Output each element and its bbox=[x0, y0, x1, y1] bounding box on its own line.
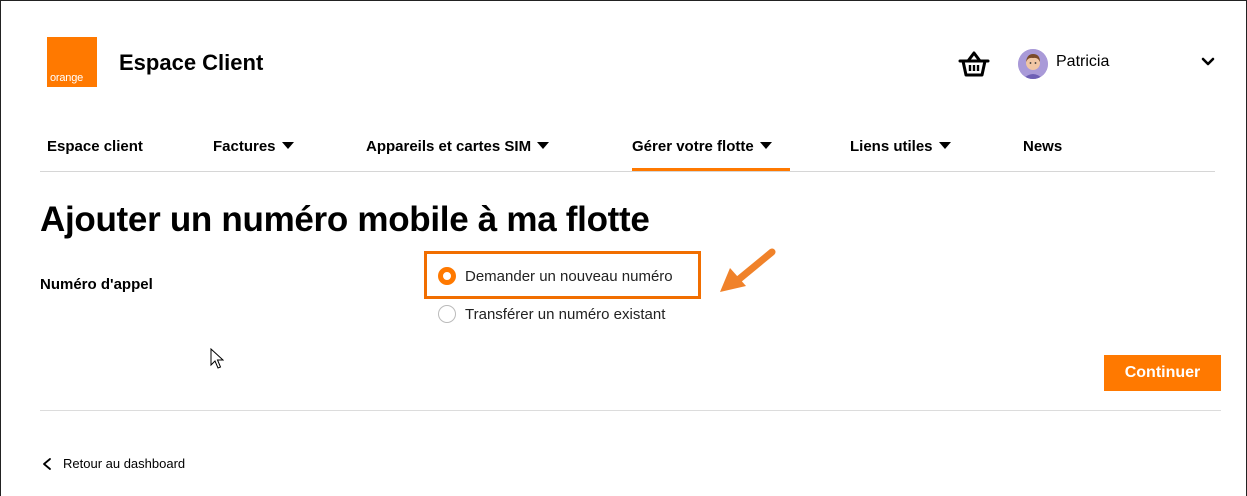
radio-option-new-number[interactable]: Demander un nouveau numéro bbox=[438, 267, 673, 285]
back-link-label: Retour au dashboard bbox=[63, 456, 186, 471]
radio-checked-icon[interactable] bbox=[438, 267, 456, 285]
radio-option-transfer-number[interactable]: Transférer un numéro existant bbox=[438, 305, 665, 323]
chevron-down-icon[interactable] bbox=[1200, 56, 1216, 68]
logo-text: orange bbox=[50, 72, 84, 84]
divider bbox=[40, 410, 1221, 411]
nav-item-liens-utiles[interactable]: Liens utiles bbox=[850, 138, 951, 155]
shopping-basket-icon[interactable] bbox=[957, 50, 991, 78]
caret-down-icon bbox=[938, 142, 951, 149]
nav-item-label: News bbox=[1023, 138, 1063, 155]
nav-item-label: Appareils et cartes SIM bbox=[366, 138, 532, 155]
radio-unchecked-icon[interactable] bbox=[438, 305, 456, 323]
user-avatar-icon[interactable] bbox=[1018, 49, 1048, 79]
app-title: Espace Client bbox=[119, 50, 264, 75]
nav-item-news[interactable]: News bbox=[1023, 138, 1062, 155]
annotation-arrow-icon bbox=[720, 248, 776, 292]
nav-item-label: Factures bbox=[213, 138, 276, 155]
nav-item-gerer-flotte[interactable]: Gérer votre flotte bbox=[632, 138, 772, 155]
nav-item-label: Liens utiles bbox=[850, 138, 933, 155]
nav-item-label: Gérer votre flotte bbox=[632, 138, 754, 155]
nav-item-appareils[interactable]: Appareils et cartes SIM bbox=[366, 138, 550, 155]
caret-down-icon bbox=[281, 142, 294, 149]
user-name[interactable]: Patricia bbox=[1056, 53, 1109, 71]
nav-item-factures[interactable]: Factures bbox=[213, 138, 294, 155]
nav-item-espace-client[interactable]: Espace client bbox=[47, 138, 143, 155]
main-nav: Espace client Factures Appareils et cart… bbox=[40, 130, 1215, 172]
orange-logo[interactable]: orange bbox=[47, 37, 97, 87]
page-title: Ajouter un numéro mobile à ma flotte bbox=[40, 200, 650, 239]
mouse-cursor-icon bbox=[210, 348, 224, 369]
back-to-dashboard-link[interactable]: Retour au dashboard bbox=[40, 456, 185, 471]
phone-number-label: Numéro d'appel bbox=[40, 276, 153, 293]
nav-active-indicator bbox=[632, 168, 790, 171]
caret-down-icon bbox=[537, 142, 550, 149]
radio-option-label: Transférer un numéro existant bbox=[465, 305, 666, 323]
caret-down-icon bbox=[759, 142, 772, 149]
continue-button[interactable]: Continuer bbox=[1104, 355, 1221, 391]
radio-option-label: Demander un nouveau numéro bbox=[465, 267, 673, 285]
nav-item-label: Espace client bbox=[47, 138, 143, 155]
chevron-left-icon bbox=[43, 457, 51, 470]
